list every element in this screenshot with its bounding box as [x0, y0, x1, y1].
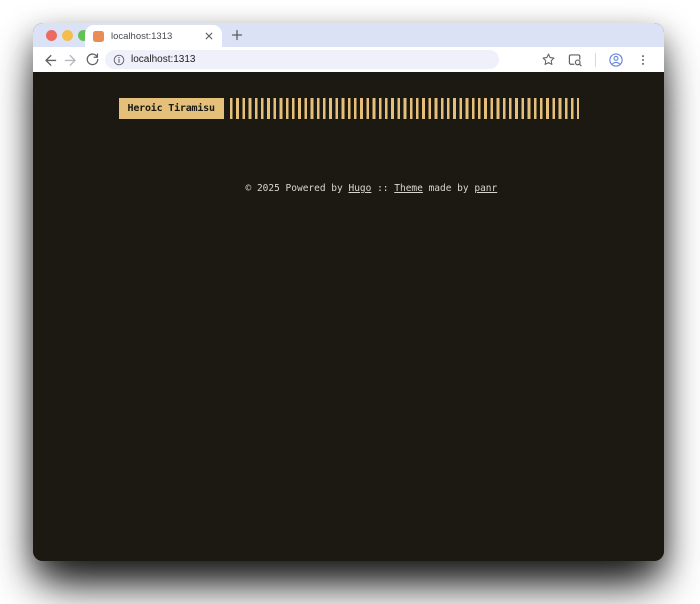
reload-button[interactable]	[83, 51, 101, 69]
browser-tab[interactable]: localhost:1313	[85, 25, 222, 47]
back-button[interactable]	[41, 51, 59, 69]
toolbar-right-group	[539, 51, 652, 69]
new-tab-button[interactable]	[229, 27, 245, 43]
side-panel-search-icon[interactable]	[566, 51, 584, 69]
footer-copyright-text: © 2025 Powered by	[245, 183, 349, 194]
tab-title: localhost:1313	[111, 30, 173, 42]
profile-avatar-icon[interactable]	[607, 51, 625, 69]
url-text[interactable]: localhost:1313	[131, 54, 196, 65]
traffic-lights	[46, 23, 89, 47]
tab-strip: localhost:1313	[33, 23, 664, 47]
footer-hugo-link[interactable]: Hugo	[348, 183, 371, 194]
header-stripes-decoration	[229, 98, 579, 119]
site-header: Heroic Tiramisu	[118, 98, 579, 119]
address-bar[interactable]: localhost:1313	[105, 50, 499, 69]
browser-toolbar: localhost:1313	[33, 47, 664, 72]
bookmark-star-icon[interactable]	[539, 51, 557, 69]
forward-button[interactable]	[62, 51, 80, 69]
page-container: Heroic Tiramisu © 2025 Powered by Hugo :…	[118, 98, 579, 205]
footer-theme-link[interactable]: Theme	[394, 183, 423, 194]
window-close-button[interactable]	[46, 29, 57, 41]
site-info-icon[interactable]	[113, 54, 125, 66]
site-favicon-icon	[93, 30, 104, 42]
browser-window: localhost:1313 localhost:1313 Heroic Tir…	[33, 23, 664, 561]
site-footer: © 2025 Powered by Hugo :: Theme made by …	[119, 172, 579, 205]
window-minimize-button[interactable]	[62, 29, 73, 41]
toolbar-divider	[595, 52, 596, 67]
footer-author-link[interactable]: panr	[474, 183, 497, 194]
tab-close-icon[interactable]	[203, 30, 215, 42]
site-logo[interactable]: Heroic Tiramisu	[118, 98, 224, 119]
kebab-menu-icon[interactable]	[634, 51, 652, 69]
page-viewport: Heroic Tiramisu © 2025 Powered by Hugo :…	[33, 72, 664, 561]
footer-made-by-text: made by	[422, 183, 475, 194]
footer-separator: ::	[371, 183, 395, 194]
nav-buttons	[41, 51, 101, 69]
